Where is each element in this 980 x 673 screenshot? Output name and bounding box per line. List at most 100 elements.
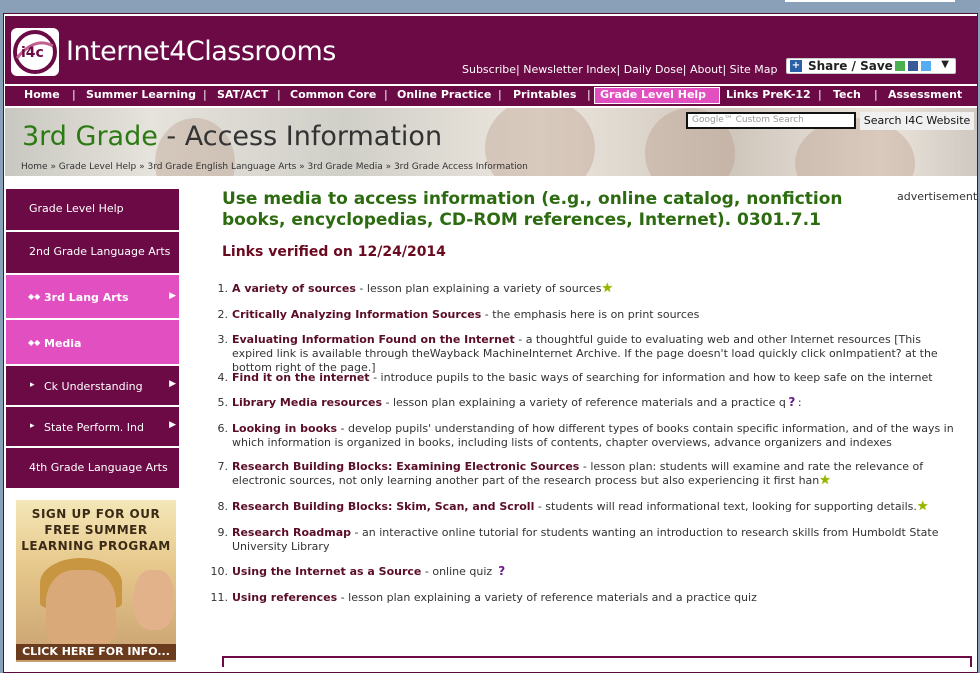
nav-tech[interactable]: Tech <box>833 88 861 101</box>
quiz-icon: ? <box>785 396 798 408</box>
resource-link[interactable]: Research Building Blocks: Examining Elec… <box>232 460 579 473</box>
expanded-icon: ◆◆ <box>28 338 41 347</box>
bottom-icon-bar <box>222 656 972 667</box>
sidebar-item-label: State Perform. Ind <box>44 421 144 434</box>
nav-assessment[interactable]: Assessment <box>888 88 962 101</box>
resource-link[interactable]: Using references <box>232 591 337 604</box>
logo-text: i4c <box>21 45 44 61</box>
nav-sat-act[interactable]: SAT/ACT <box>217 88 268 101</box>
sidebar-item-label: 4th Grade Language Arts <box>29 461 168 474</box>
resource-description: - students will read informational text,… <box>534 500 917 513</box>
list-item: 8. Research Building Blocks: Skim, Scan,… <box>206 500 966 516</box>
nav-separator: | <box>874 88 878 101</box>
resource-description: - online quiz <box>421 565 493 578</box>
daily-dose-link[interactable]: Daily Dose <box>624 63 683 76</box>
sidebar-item-label: Grade Level Help <box>29 202 124 215</box>
list-item: 11. Using references - lesson plan expla… <box>206 591 966 607</box>
resource-link[interactable]: Find it on the internet <box>232 371 370 384</box>
standard-heading: Use media to access information (e.g., o… <box>222 189 843 230</box>
sidebar-item-media[interactable]: ◆◆ Media <box>6 320 179 365</box>
sidebar-item-state-perform-ind[interactable]: ▸ State Perform. Ind ▶ <box>6 407 179 447</box>
resource-link[interactable]: Critically Analyzing Information Sources <box>232 308 481 321</box>
sidebar-item-3rd-lang-arts[interactable]: ◆◆ 3rd Lang Arts ▶ <box>6 275 179 319</box>
promo-photo <box>46 570 116 650</box>
site-logo[interactable]: i4c <box>11 28 59 76</box>
star-icon: ★ <box>916 499 929 514</box>
email-icon <box>895 61 905 71</box>
list-item: 1. A variety of sources - lesson plan ex… <box>206 282 966 298</box>
summer-learning-promo[interactable]: SIGN UP FOR OUR FREE SUMMER LEARNING PRO… <box>16 500 176 662</box>
list-number: 2. <box>217 308 229 321</box>
resource-link[interactable]: Research Roadmap <box>232 526 351 539</box>
share-save-button[interactable]: + Share / Save ▼ <box>786 58 956 74</box>
subscribe-link[interactable]: Subscribe <box>462 63 516 76</box>
bullet-icon: ▸ <box>30 380 35 390</box>
list-body: Using references - lesson plan explainin… <box>232 591 962 605</box>
list-item: 3. Evaluating Information Found on the I… <box>206 333 966 374</box>
list-item: 10. Using the Internet as a Source - onl… <box>206 565 966 581</box>
sidebar-item-ck-understanding[interactable]: ▸ Ck Understanding ▶ <box>6 366 179 406</box>
site-brand[interactable]: Internet4Classrooms <box>66 36 336 67</box>
sidebar-item-4th-grade-language-arts[interactable]: 4th Grade Language Arts <box>6 448 179 489</box>
list-body: Looking in books - develop pupils' under… <box>232 422 962 450</box>
top-input-box <box>785 0 955 2</box>
browser-top-strip <box>0 0 980 13</box>
resource-description: - lesson plan explaining a variety of re… <box>382 396 786 409</box>
resource-link[interactable]: Library Media resources <box>232 396 382 409</box>
list-body: Research Roadmap - an interactive online… <box>232 526 962 554</box>
promo-cta[interactable]: CLICK HERE FOR INFO... <box>16 644 176 660</box>
resource-link[interactable]: A variety of sources <box>232 282 356 295</box>
chevron-right-icon: ▶ <box>169 291 176 301</box>
nav-online-practice[interactable]: Online Practice <box>397 88 491 101</box>
resource-link[interactable]: Research Building Blocks: Skim, Scan, an… <box>232 500 534 513</box>
list-number: 6. <box>217 422 229 435</box>
site-map-link[interactable]: Site Map <box>730 63 778 76</box>
nav-separator: | <box>72 88 76 101</box>
breadcrumb[interactable]: Home » Grade Level Help » 3rd Grade Engl… <box>21 162 528 172</box>
plus-icon: + <box>790 60 802 72</box>
expanded-icon: ◆◆ <box>28 292 41 301</box>
list-body: Evaluating Information Found on the Inte… <box>232 333 962 375</box>
list-item: 2. Critically Analyzing Information Sour… <box>206 308 966 324</box>
nav-home[interactable]: Home <box>24 88 60 101</box>
search-button[interactable]: Search I4C Website <box>860 112 974 130</box>
nav-summer-learning[interactable]: Summer Learning <box>86 88 196 101</box>
search-input[interactable]: Google™ Custom Search <box>686 112 856 129</box>
sidebar-item-grade-level-help[interactable]: Grade Level Help <box>6 189 179 231</box>
list-number: 7. <box>217 460 229 473</box>
resource-link[interactable]: Evaluating Information Found on the Inte… <box>232 333 515 346</box>
page-title-grade: 3rd Grade <box>22 121 158 152</box>
bullet-icon: ▸ <box>30 421 35 431</box>
list-number: 10. <box>210 565 229 578</box>
star-icon: ★ <box>819 473 831 488</box>
chevron-down-icon: ▼ <box>941 59 949 70</box>
resource-link[interactable]: Using the Internet as a Source <box>232 565 421 578</box>
list-number: 4. <box>217 371 229 384</box>
list-body: Critically Analyzing Information Sources… <box>232 308 962 322</box>
list-item: 7. Research Building Blocks: Examining E… <box>206 460 966 490</box>
list-body: Library Media resources - lesson plan ex… <box>232 395 802 409</box>
nav-printables[interactable]: Printables <box>513 88 576 101</box>
promo-line: SIGN UP FOR OUR <box>31 507 161 521</box>
page-title: 3rd Grade - Access Information <box>22 121 442 152</box>
list-item: 6. Looking in books - develop pupils' un… <box>206 422 966 452</box>
promo-line: FREE SUMMER <box>44 523 148 537</box>
newsletter-index-link[interactable]: Newsletter Index <box>523 63 616 76</box>
resource-link[interactable]: Looking in books <box>232 422 337 435</box>
star-icon: ★ <box>601 281 614 296</box>
list-body: A variety of sources - lesson plan expla… <box>232 282 962 296</box>
resource-description: - lesson plan explaining a variety of re… <box>337 591 757 604</box>
list-number: 9. <box>217 526 229 539</box>
list-item: 5. Library Media resources - lesson plan… <box>206 396 966 412</box>
nav-links-prek12[interactable]: Links PreK-12 <box>726 88 811 101</box>
links-verified-date: Links verified on 12/24/2014 <box>222 244 446 260</box>
logo-icon: i4c <box>13 30 57 74</box>
list-number: 11. <box>210 591 229 604</box>
advertisement-label: advertisement <box>897 190 978 203</box>
nav-grade-level-help[interactable]: Grade Level Help <box>600 88 706 101</box>
nav-common-core[interactable]: Common Core <box>290 88 376 101</box>
about-link[interactable]: About <box>690 63 723 76</box>
list-number: 8. <box>217 500 229 513</box>
sidebar-item-2nd-grade-language-arts[interactable]: 2nd Grade Language Arts <box>6 232 179 274</box>
list-body: Research Building Blocks: Skim, Scan, an… <box>232 500 962 514</box>
